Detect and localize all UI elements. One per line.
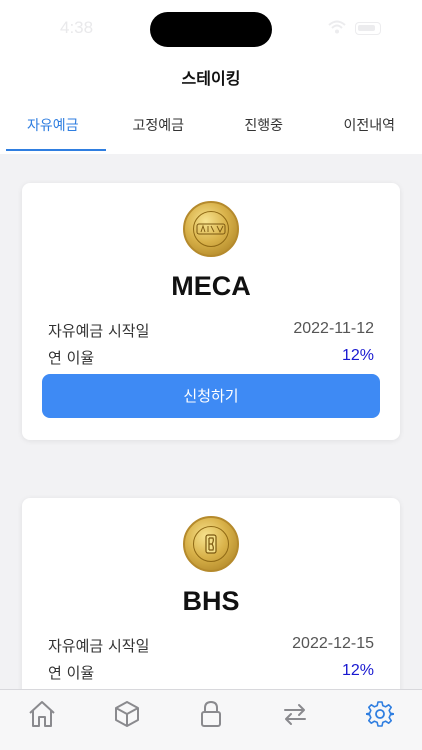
lock-icon — [201, 700, 222, 727]
tab-fixed-deposit[interactable]: 고정예금 — [106, 100, 212, 154]
home-icon — [29, 701, 55, 727]
bhs-coin-icon — [183, 516, 239, 572]
nav-settings[interactable] — [338, 690, 422, 750]
coin-name: BHS — [182, 586, 240, 616]
coin-emblem-icon — [205, 534, 217, 554]
nav-staking[interactable] — [169, 690, 253, 750]
dynamic-island — [150, 12, 272, 47]
staking-card-meca: MECA 자유예금 시작일 2022-11-12 연 이율 12% 신청하기 — [22, 183, 400, 440]
apply-button[interactable]: 신청하기 — [42, 374, 380, 418]
wifi-icon — [328, 20, 346, 34]
rate-label: 연 이율 — [48, 349, 95, 367]
transfer-icon — [284, 704, 307, 725]
rate-value: 12% — [341, 662, 374, 679]
bottom-nav — [0, 689, 422, 750]
rate-label: 연 이율 — [48, 664, 95, 682]
start-date-label: 자유예금 시작일 — [48, 322, 150, 340]
status-time: 4:38 — [60, 18, 94, 37]
rate-value: 12% — [341, 347, 374, 364]
start-date-label: 자유예금 시작일 — [48, 637, 150, 655]
staking-card-bhs: BHS 자유예금 시작일 2022-12-15 연 이율 12% — [22, 498, 400, 698]
start-date-value: 2022-11-12 — [293, 320, 374, 337]
start-date-row: 자유예금 시작일 2022-11-12 — [48, 320, 374, 342]
tab-free-deposit[interactable]: 자유예금 — [0, 100, 106, 154]
coin-name: MECA — [171, 271, 251, 301]
settings-icon — [365, 701, 394, 727]
cube-icon — [114, 701, 139, 727]
start-date-row: 자유예금 시작일 2022-12-15 — [48, 635, 374, 657]
tab-history[interactable]: 이전내역 — [317, 100, 422, 154]
rate-row: 연 이율 12% — [48, 347, 374, 369]
rate-row: 연 이율 12% — [48, 662, 374, 684]
meca-coin-icon — [183, 201, 239, 257]
page-title: 스테이킹 — [181, 69, 241, 88]
header: 스테이킹 — [0, 58, 422, 100]
start-date-value: 2022-12-15 — [292, 635, 374, 652]
battery-icon — [355, 22, 381, 35]
coin-emblem-icon — [196, 223, 226, 235]
nav-transfer[interactable] — [253, 690, 337, 750]
tab-in-progress[interactable]: 진행중 — [211, 100, 317, 154]
status-bar: 4:38 — [0, 0, 422, 58]
nav-products[interactable] — [84, 690, 168, 750]
nav-home[interactable] — [0, 690, 84, 750]
tab-bar: 자유예금 고정예금 진행중 이전내역 — [0, 100, 422, 154]
